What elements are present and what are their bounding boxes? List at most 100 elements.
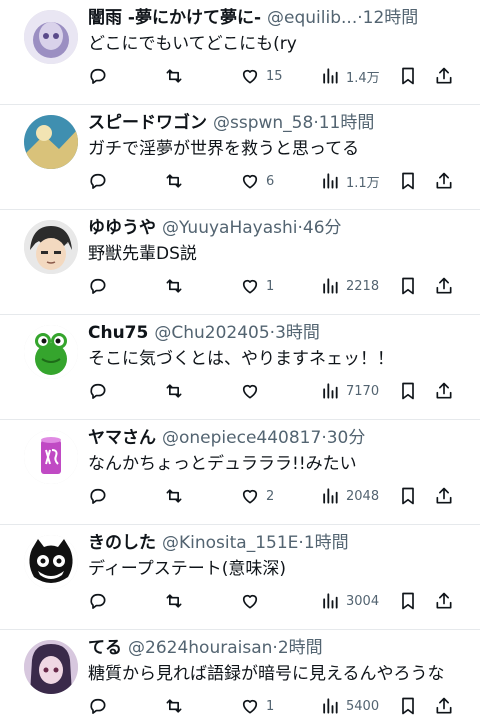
share-button[interactable] bbox=[434, 274, 454, 298]
avatar[interactable] bbox=[24, 430, 78, 484]
bookmark-button[interactable] bbox=[398, 589, 418, 613]
timestamp[interactable]: 2時間 bbox=[278, 638, 323, 658]
user-handle[interactable]: @2624houraisan bbox=[128, 638, 272, 658]
display-name[interactable]: きのした bbox=[88, 533, 156, 553]
tweet-header: 闇雨 -夢にかけて夢に- @equilib...·12時間 bbox=[88, 6, 468, 30]
display-name[interactable]: てる bbox=[88, 638, 122, 658]
bookmark-button[interactable] bbox=[398, 379, 418, 403]
display-name[interactable]: スピードワゴン bbox=[88, 113, 207, 133]
reply-button[interactable] bbox=[88, 694, 108, 718]
reply-button[interactable] bbox=[88, 589, 108, 613]
retweet-button[interactable] bbox=[164, 274, 184, 298]
timestamp[interactable]: 3時間 bbox=[275, 323, 320, 343]
timestamp[interactable]: 12時間 bbox=[363, 8, 419, 28]
display-name[interactable]: 闇雨 -夢にかけて夢に- bbox=[88, 8, 261, 28]
bookmark-button[interactable] bbox=[398, 694, 418, 718]
retweet-button[interactable] bbox=[164, 64, 184, 88]
avatar[interactable] bbox=[24, 10, 78, 64]
retweet-button[interactable] bbox=[164, 484, 184, 508]
views-button[interactable]: 2218 bbox=[320, 274, 379, 298]
reply-icon bbox=[90, 593, 106, 609]
tweet-item[interactable]: てる @2624houraisan·2時間 糖質から見れば語録が暗号に見えるんやろ… bbox=[0, 630, 480, 728]
tweet-text: 糖質から見れば語録が暗号に見えるんやろうな bbox=[88, 664, 445, 684]
reply-button[interactable] bbox=[88, 64, 108, 88]
timestamp[interactable]: 1時間 bbox=[304, 533, 349, 553]
bookmark-button[interactable] bbox=[398, 169, 418, 193]
user-handle[interactable]: @onepiece440817 bbox=[162, 428, 321, 448]
like-count: 1 bbox=[266, 698, 275, 714]
share-icon bbox=[436, 697, 452, 714]
views-button[interactable]: 1.4万 bbox=[320, 64, 380, 88]
bookmark-icon bbox=[402, 277, 414, 295]
reply-button[interactable] bbox=[88, 484, 108, 508]
views-count: 5400 bbox=[346, 698, 380, 714]
bookmark-button[interactable] bbox=[398, 484, 418, 508]
views-icon bbox=[323, 278, 338, 294]
retweet-button[interactable] bbox=[164, 379, 184, 403]
avatar[interactable] bbox=[24, 220, 78, 274]
timeline-feed: 闇雨 -夢にかけて夢に- @equilib...·12時間 どこにでもいてどこにも… bbox=[0, 0, 480, 728]
avatar[interactable] bbox=[24, 640, 78, 694]
avatar[interactable] bbox=[24, 325, 78, 379]
like-button[interactable]: 2 bbox=[240, 484, 274, 508]
display-name[interactable]: ゆゆうや bbox=[88, 218, 156, 238]
retweet-icon bbox=[166, 384, 182, 398]
share-button[interactable] bbox=[434, 694, 454, 718]
like-button[interactable] bbox=[240, 589, 266, 613]
display-name[interactable]: Chu75 bbox=[88, 323, 148, 343]
like-icon bbox=[242, 384, 258, 399]
share-button[interactable] bbox=[434, 64, 454, 88]
display-name[interactable]: ヤマさん bbox=[88, 428, 156, 448]
bookmark-button[interactable] bbox=[398, 274, 418, 298]
share-button[interactable] bbox=[434, 589, 454, 613]
like-button[interactable]: 1 bbox=[240, 274, 274, 298]
like-button[interactable] bbox=[240, 379, 266, 403]
retweet-button[interactable] bbox=[164, 169, 184, 193]
share-icon bbox=[436, 172, 452, 189]
like-icon bbox=[242, 279, 258, 294]
tweet-item[interactable]: Chu75 @Chu202405·3時間 そこに気づくとは、やりますネェッ！！ 7… bbox=[0, 315, 480, 420]
like-icon bbox=[242, 69, 258, 84]
views-icon bbox=[323, 698, 338, 714]
tweet-item[interactable]: 闇雨 -夢にかけて夢に- @equilib...·12時間 どこにでもいてどこにも… bbox=[0, 0, 480, 105]
timestamp[interactable]: 11時間 bbox=[319, 113, 375, 133]
share-button[interactable] bbox=[434, 169, 454, 193]
views-icon bbox=[323, 173, 338, 189]
avatar[interactable] bbox=[24, 115, 78, 169]
bookmark-icon bbox=[402, 172, 414, 190]
user-handle[interactable]: @sspwn_58 bbox=[213, 113, 313, 133]
tweet-item[interactable]: ヤマさん @onepiece440817·30分 なんかちょっとデュラララ!!みた… bbox=[0, 420, 480, 525]
reply-button[interactable] bbox=[88, 169, 108, 193]
user-handle[interactable]: @Chu202405 bbox=[154, 323, 269, 343]
reply-button[interactable] bbox=[88, 379, 108, 403]
retweet-button[interactable] bbox=[164, 694, 184, 718]
like-icon bbox=[242, 174, 258, 189]
share-button[interactable] bbox=[434, 379, 454, 403]
tweet-item[interactable]: きのした @Kinosita_151E·1時間 ディープステート(意味深) 300… bbox=[0, 525, 480, 630]
views-button[interactable]: 2048 bbox=[320, 484, 379, 508]
reply-button[interactable] bbox=[88, 274, 108, 298]
like-button[interactable]: 1 bbox=[240, 694, 274, 718]
tweet-header: ゆゆうや @YuuyaHayashi·46分 bbox=[88, 216, 468, 240]
reply-icon bbox=[90, 488, 106, 504]
like-button[interactable]: 6 bbox=[240, 169, 274, 193]
tweet-item[interactable]: ゆゆうや @YuuyaHayashi·46分 野獣先輩DS説 1 2218 bbox=[0, 210, 480, 315]
tweet-item[interactable]: スピードワゴン @sspwn_58·11時間 ガチで淫夢が世界を救うと思ってる 6… bbox=[0, 105, 480, 210]
tweet-text: 野獣先輩DS説 bbox=[88, 244, 197, 264]
views-button[interactable]: 5400 bbox=[320, 694, 379, 718]
timestamp[interactable]: 46分 bbox=[303, 218, 342, 238]
like-button[interactable]: 15 bbox=[240, 64, 283, 88]
bookmark-button[interactable] bbox=[398, 64, 418, 88]
user-handle[interactable]: @YuuyaHayashi bbox=[162, 218, 298, 238]
retweet-button[interactable] bbox=[164, 589, 184, 613]
views-button[interactable]: 3004 bbox=[320, 589, 379, 613]
user-handle[interactable]: @equilib... bbox=[267, 8, 357, 28]
timestamp[interactable]: 30分 bbox=[327, 428, 366, 448]
reply-icon bbox=[90, 383, 106, 399]
views-button[interactable]: 1.1万 bbox=[320, 169, 380, 193]
views-count: 2048 bbox=[346, 488, 380, 504]
user-handle[interactable]: @Kinosita_151E bbox=[162, 533, 298, 553]
views-button[interactable]: 7170 bbox=[320, 379, 379, 403]
share-button[interactable] bbox=[434, 484, 454, 508]
avatar[interactable] bbox=[24, 535, 78, 589]
